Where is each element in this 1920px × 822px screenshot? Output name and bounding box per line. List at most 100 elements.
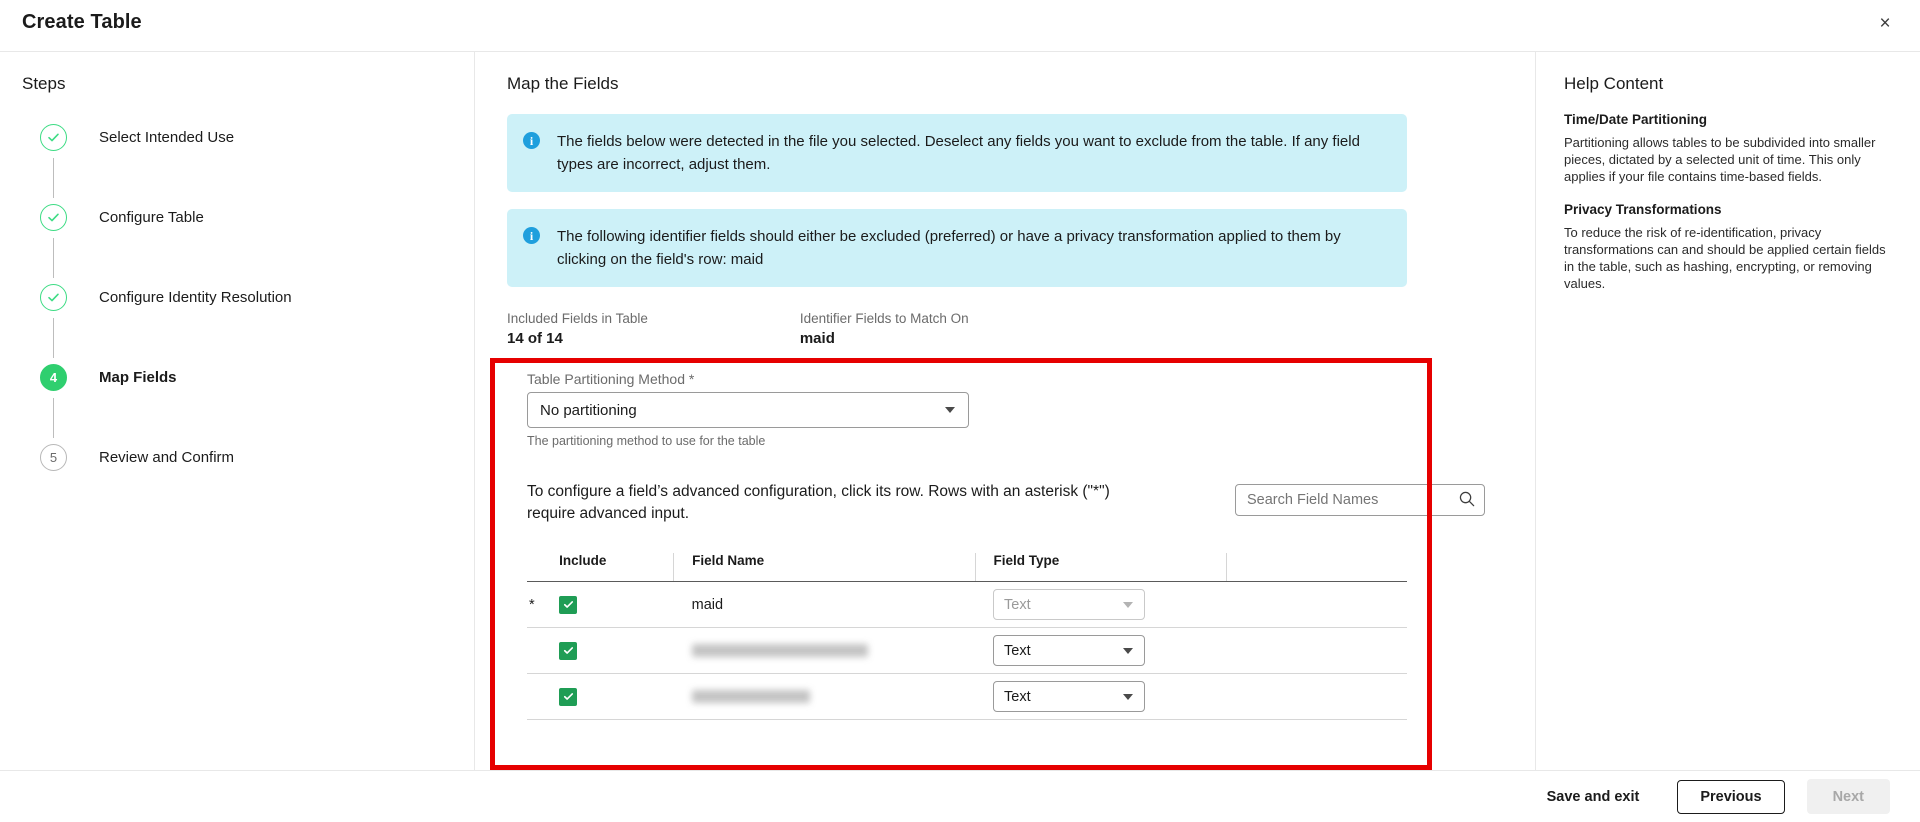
row-asterisk: * bbox=[527, 581, 560, 628]
partitioning-label: Table Partitioning Method * bbox=[527, 371, 695, 387]
info-banner-identifier-fields: i The following identifier fields should… bbox=[507, 209, 1407, 287]
row-field-name bbox=[673, 627, 976, 674]
sidebar-item-review-and-confirm[interactable]: 5 Review and Confirm bbox=[40, 444, 474, 484]
check-circle-icon bbox=[40, 204, 67, 231]
include-checkbox[interactable] bbox=[559, 687, 578, 706]
search-input[interactable] bbox=[1235, 484, 1485, 516]
sidebar-item-map-fields[interactable]: 4 Map Fields bbox=[40, 364, 474, 444]
sidebar-item-configure-table[interactable]: Configure Table bbox=[40, 204, 474, 284]
save-and-exit-button[interactable]: Save and exit bbox=[1531, 780, 1656, 814]
redacted-field-name bbox=[691, 644, 868, 658]
row-asterisk bbox=[527, 627, 560, 674]
step-connector bbox=[53, 238, 54, 278]
table-header-row: Include Field Name Field Type bbox=[527, 553, 1407, 582]
field-type-select[interactable]: Text bbox=[993, 681, 1146, 712]
table-row[interactable]: Text bbox=[527, 673, 1407, 720]
row-field-type-cell: Text bbox=[975, 627, 1227, 674]
close-icon[interactable]: × bbox=[1868, 6, 1902, 40]
section-title: Map the Fields bbox=[507, 74, 619, 93]
page-title: Create Table bbox=[22, 11, 142, 33]
step-number-badge: 5 bbox=[40, 444, 67, 471]
step-connector bbox=[53, 158, 54, 198]
row-field-name bbox=[673, 673, 976, 720]
sidebar-item-select-intended-use[interactable]: Select Intended Use bbox=[40, 124, 474, 204]
row-field-type-cell: Text bbox=[975, 581, 1227, 628]
info-banner-text: The following identifier fields should e… bbox=[557, 228, 1341, 268]
partitioning-method-select[interactable]: No partitioning bbox=[527, 392, 969, 428]
chevron-down-icon bbox=[1123, 647, 1134, 654]
check-circle-icon bbox=[40, 124, 67, 151]
step-connector bbox=[53, 398, 54, 438]
table-row[interactable]: Text bbox=[527, 627, 1407, 674]
table-instructions: To configure a field’s advanced configur… bbox=[527, 483, 1110, 522]
field-type-select[interactable]: Text bbox=[993, 635, 1146, 666]
window-header: Create Table × bbox=[0, 0, 1920, 52]
previous-button[interactable]: Previous bbox=[1677, 779, 1785, 814]
chevron-down-icon bbox=[1123, 601, 1134, 608]
info-banner-text: The fields below were detected in the fi… bbox=[557, 133, 1360, 173]
sidebar-item-label: Review and Confirm bbox=[99, 449, 235, 466]
sidebar-item-label: Configure Identity Resolution bbox=[99, 289, 292, 306]
sidebar-item-label: Configure Table bbox=[99, 209, 204, 226]
summary-identifier-fields: Identifier Fields to Match On maid bbox=[800, 311, 969, 347]
fields-panel: Table Partitioning Method * No partition… bbox=[507, 371, 1507, 720]
help-section-time-date-partitioning: Time/Date Partitioning Partitioning allo… bbox=[1564, 112, 1892, 185]
steps-sidebar: Steps Select Intended Use Configure Tabl… bbox=[0, 52, 475, 770]
help-section-heading: Privacy Transformations bbox=[1564, 202, 1722, 217]
row-actions bbox=[1226, 673, 1407, 720]
step-connector bbox=[53, 318, 54, 358]
partitioning-selected-value: No partitioning bbox=[540, 401, 637, 419]
search-field-names bbox=[1235, 484, 1485, 516]
summary-label: Identifier Fields to Match On bbox=[799, 311, 969, 326]
summary-value: 14 of 14 bbox=[507, 330, 563, 347]
include-checkbox[interactable] bbox=[559, 595, 578, 614]
table-row[interactable]: * maid Text bbox=[527, 581, 1407, 628]
row-actions bbox=[1226, 581, 1407, 628]
step-list: Select Intended Use Configure Table Conf… bbox=[0, 124, 474, 484]
dialog-body: Steps Select Intended Use Configure Tabl… bbox=[0, 52, 1920, 770]
th-field-type: Field Type bbox=[974, 553, 1227, 582]
field-type-value: Text bbox=[1004, 688, 1031, 705]
partitioning-hint: The partitioning method to use for the t… bbox=[527, 434, 766, 448]
field-type-value: Text bbox=[1004, 596, 1031, 613]
help-title: Help Content bbox=[1564, 74, 1664, 93]
help-section-body: To reduce the risk of re-identification,… bbox=[1564, 225, 1886, 291]
row-include-cell bbox=[559, 581, 674, 628]
summary-row: Included Fields in Table 14 of 14 Identi… bbox=[507, 311, 1507, 347]
redacted-field-name bbox=[691, 690, 810, 704]
row-include-cell bbox=[559, 627, 674, 674]
row-include-cell bbox=[559, 673, 674, 720]
row-asterisk bbox=[527, 673, 560, 720]
chevron-down-icon bbox=[945, 407, 955, 413]
th-include: Include bbox=[559, 553, 674, 582]
dialog-footer: Save and exit Previous Next bbox=[0, 770, 1920, 822]
main-content: Map the Fields i The fields below were d… bbox=[475, 52, 1536, 770]
help-section-heading: Time/Date Partitioning bbox=[1564, 112, 1708, 127]
field-type-value: Text bbox=[1004, 642, 1031, 659]
th-asterisk bbox=[527, 553, 560, 582]
step-number-badge: 4 bbox=[40, 364, 67, 391]
partitioning-group: Table Partitioning Method * No partition… bbox=[527, 371, 1507, 448]
summary-included-fields: Included Fields in Table 14 of 14 bbox=[507, 311, 648, 347]
info-icon: i bbox=[523, 132, 540, 149]
sidebar-item-label: Map Fields bbox=[99, 369, 177, 386]
row-field-type-cell: Text bbox=[975, 673, 1227, 720]
help-panel: Help Content Time/Date Partitioning Part… bbox=[1536, 52, 1920, 770]
sidebar-item-label: Select Intended Use bbox=[99, 129, 235, 146]
help-section-privacy-transformations: Privacy Transformations To reduce the ri… bbox=[1564, 202, 1892, 292]
table-intro-row: To configure a field’s advanced configur… bbox=[527, 481, 1507, 525]
fields-table: Include Field Name Field Type * maid Tex… bbox=[527, 553, 1407, 720]
next-button: Next bbox=[1806, 779, 1890, 814]
field-type-select[interactable]: Text bbox=[993, 589, 1146, 620]
row-field-name: maid bbox=[673, 581, 976, 628]
check-circle-icon bbox=[40, 284, 67, 311]
summary-value: maid bbox=[799, 330, 835, 347]
steps-heading: Steps bbox=[22, 74, 66, 93]
th-field-name: Field Name bbox=[673, 553, 976, 582]
row-actions bbox=[1226, 627, 1407, 674]
help-section-body: Partitioning allows tables to be subdivi… bbox=[1564, 135, 1876, 184]
sidebar-item-configure-identity-resolution[interactable]: Configure Identity Resolution bbox=[40, 284, 474, 364]
info-icon: i bbox=[523, 227, 540, 244]
include-checkbox[interactable] bbox=[559, 641, 578, 660]
summary-label: Included Fields in Table bbox=[507, 311, 648, 326]
